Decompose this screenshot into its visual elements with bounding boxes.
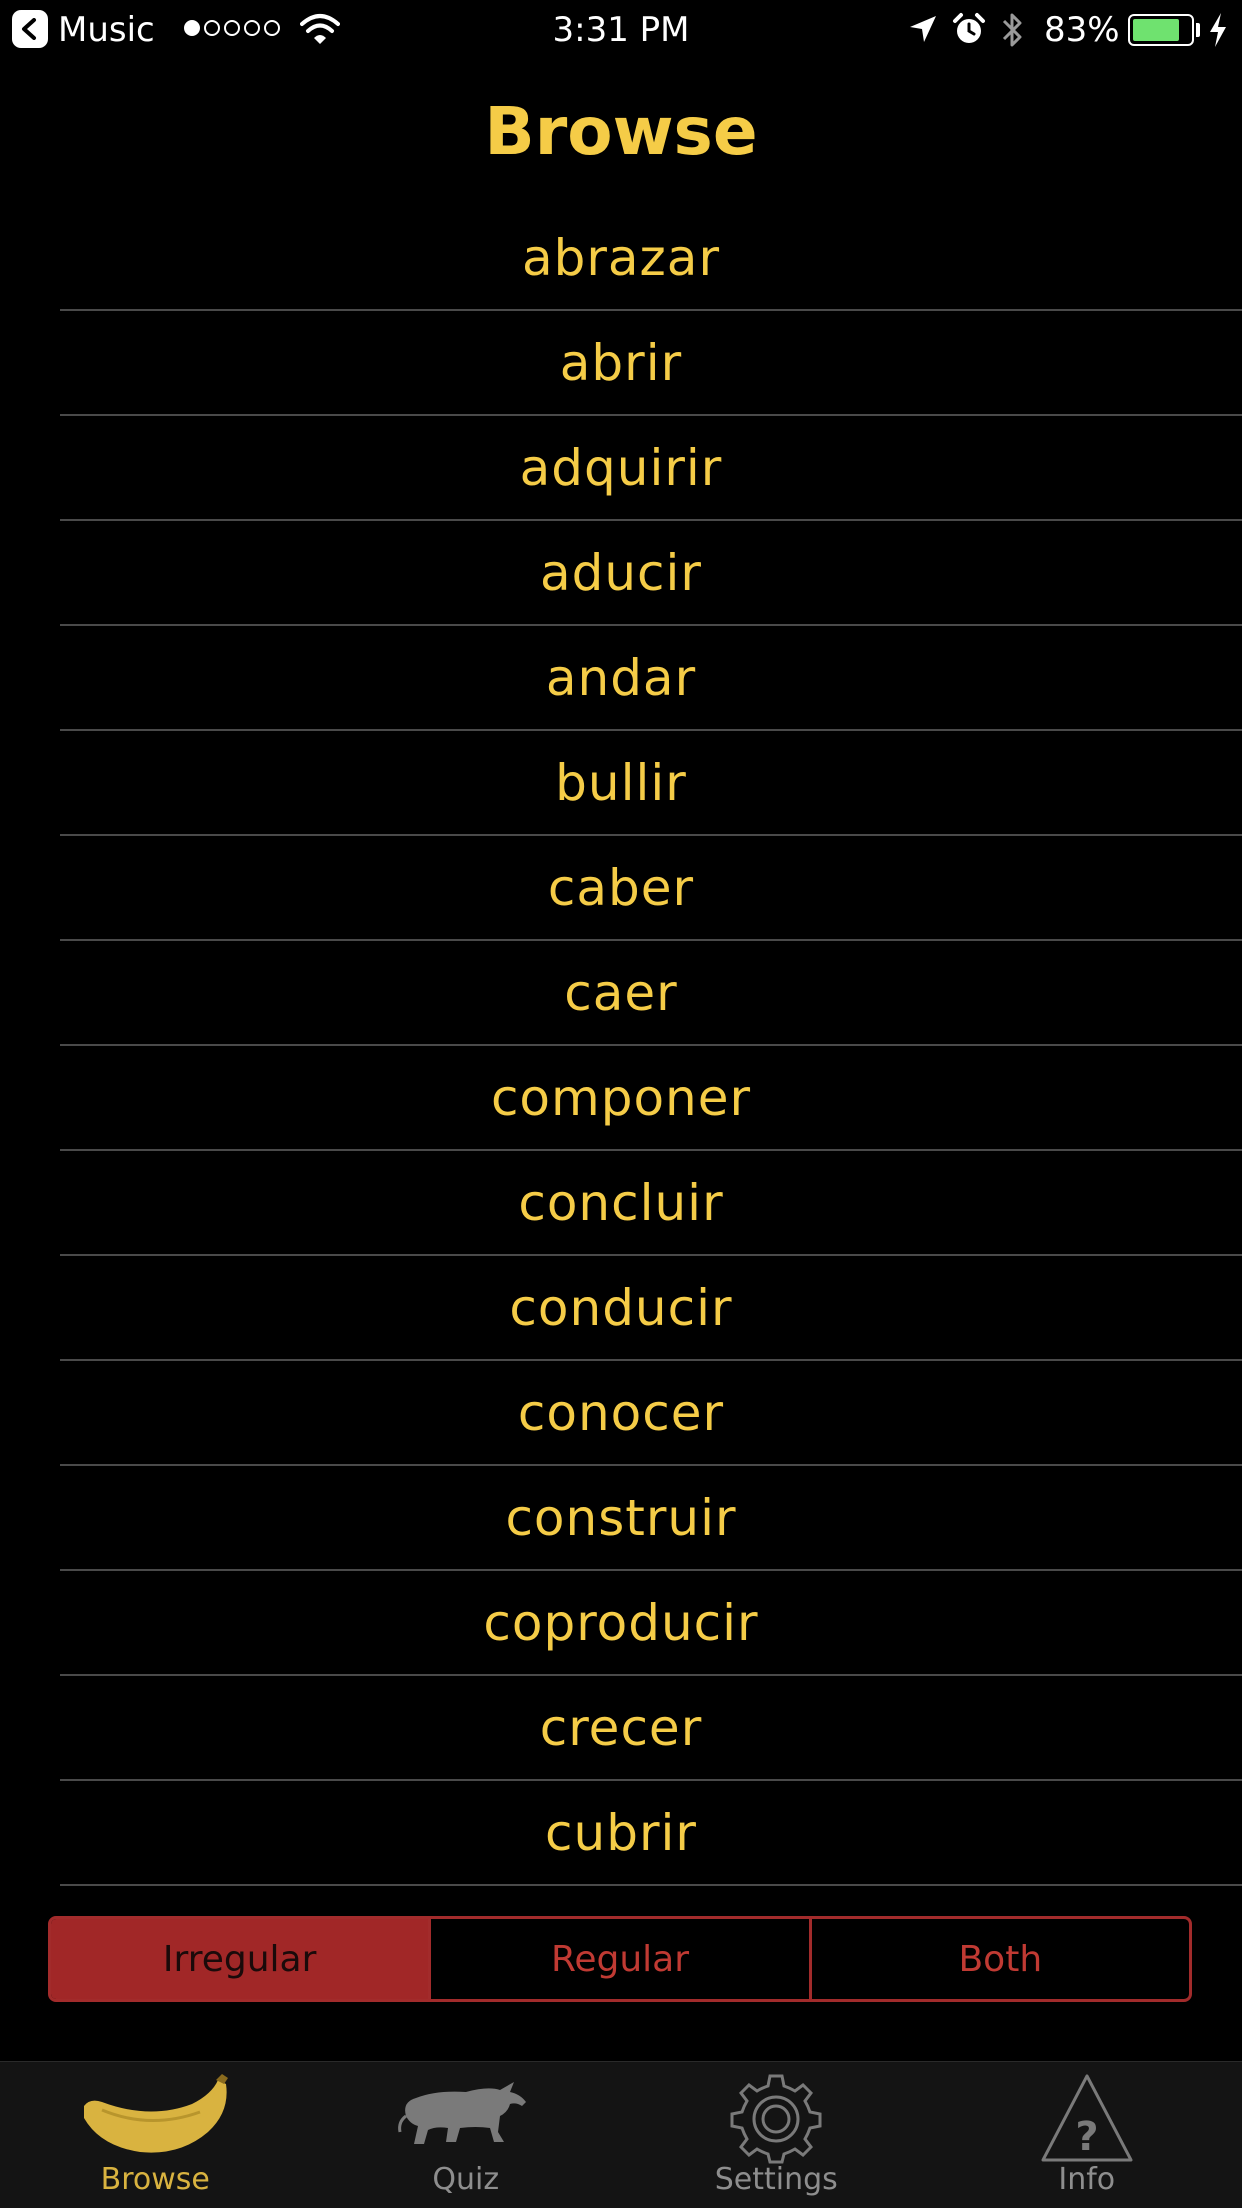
verb-label: andar xyxy=(545,649,697,707)
filter-irregular-segment[interactable]: Irregular xyxy=(51,1919,429,1999)
svg-text:?: ? xyxy=(1075,2114,1098,2160)
verb-label: bullir xyxy=(555,754,687,812)
tab-label: Info xyxy=(1058,2162,1116,2197)
verb-label: concluir xyxy=(518,1174,724,1232)
bull-icon xyxy=(397,2082,526,2144)
verb-label: coproducir xyxy=(483,1594,759,1652)
verb-row[interactable]: caer xyxy=(0,941,1242,1046)
verb-label: adquirir xyxy=(519,439,723,497)
verb-row[interactable]: aducir xyxy=(0,521,1242,626)
page-title: Browse xyxy=(484,93,758,170)
verb-label: caer xyxy=(564,964,678,1022)
verb-row[interactable]: construir xyxy=(0,1466,1242,1571)
verb-row[interactable]: bullir xyxy=(0,731,1242,836)
tab-settings[interactable]: Settings xyxy=(621,2062,932,2208)
verb-list: abrazar abrir adquirir aducir andar bull… xyxy=(0,206,1242,1886)
gear-icon xyxy=(730,2074,822,2164)
verb-row[interactable]: adquirir xyxy=(0,416,1242,521)
banana-icon xyxy=(84,2074,229,2153)
verb-type-filter: Irregular Regular Both xyxy=(48,1916,1192,2002)
verb-label: cubrir xyxy=(545,1804,697,1862)
filter-regular-segment[interactable]: Regular xyxy=(428,1919,808,1999)
verb-label: crecer xyxy=(539,1699,703,1757)
battery-percent: 83% xyxy=(1044,10,1120,50)
tab-bar: Browse Quiz Settings ? Info xyxy=(0,2061,1242,2208)
battery-level-fill xyxy=(1133,19,1180,41)
verb-row[interactable]: caber xyxy=(0,836,1242,941)
verb-row[interactable]: concluir xyxy=(0,1151,1242,1256)
verb-row[interactable]: crecer xyxy=(0,1676,1242,1781)
verb-row[interactable]: conducir xyxy=(0,1256,1242,1361)
verb-label: aducir xyxy=(539,544,702,602)
bluetooth-icon xyxy=(1002,13,1022,47)
question-triangle-icon: ? xyxy=(1041,2074,1133,2162)
verb-row[interactable]: conocer xyxy=(0,1361,1242,1466)
tab-label: Quiz xyxy=(432,2162,500,2197)
verb-label: construir xyxy=(505,1489,737,1547)
verb-row[interactable]: cubrir xyxy=(0,1781,1242,1886)
tab-label: Settings xyxy=(714,2162,838,2197)
alarm-clock-icon xyxy=(953,13,985,43)
status-bar: Music 3:31 PM 83% xyxy=(0,0,1242,60)
filter-both-segment[interactable]: Both xyxy=(808,1919,1189,1999)
verb-label: conocer xyxy=(517,1384,725,1442)
verb-label: conducir xyxy=(509,1279,733,1337)
battery-icon xyxy=(1128,14,1194,46)
verb-row[interactable]: abrir xyxy=(0,311,1242,416)
verb-label: abrir xyxy=(559,334,683,392)
tab-browse[interactable]: Browse xyxy=(0,2062,311,2208)
tab-quiz[interactable]: Quiz xyxy=(311,2062,622,2208)
charging-bolt-icon xyxy=(1210,13,1226,47)
verb-label: abrazar xyxy=(521,229,720,287)
verb-row[interactable]: andar xyxy=(0,626,1242,731)
location-arrow-icon xyxy=(910,16,936,42)
tab-label: Browse xyxy=(100,2162,210,2197)
verb-label: caber xyxy=(547,859,695,917)
verb-row[interactable]: abrazar xyxy=(0,206,1242,311)
battery-tip xyxy=(1196,23,1200,37)
verb-row[interactable]: componer xyxy=(0,1046,1242,1151)
verb-row[interactable]: coproducir xyxy=(0,1571,1242,1676)
verb-label: componer xyxy=(490,1069,752,1127)
tab-info[interactable]: ? Info xyxy=(932,2062,1242,2208)
